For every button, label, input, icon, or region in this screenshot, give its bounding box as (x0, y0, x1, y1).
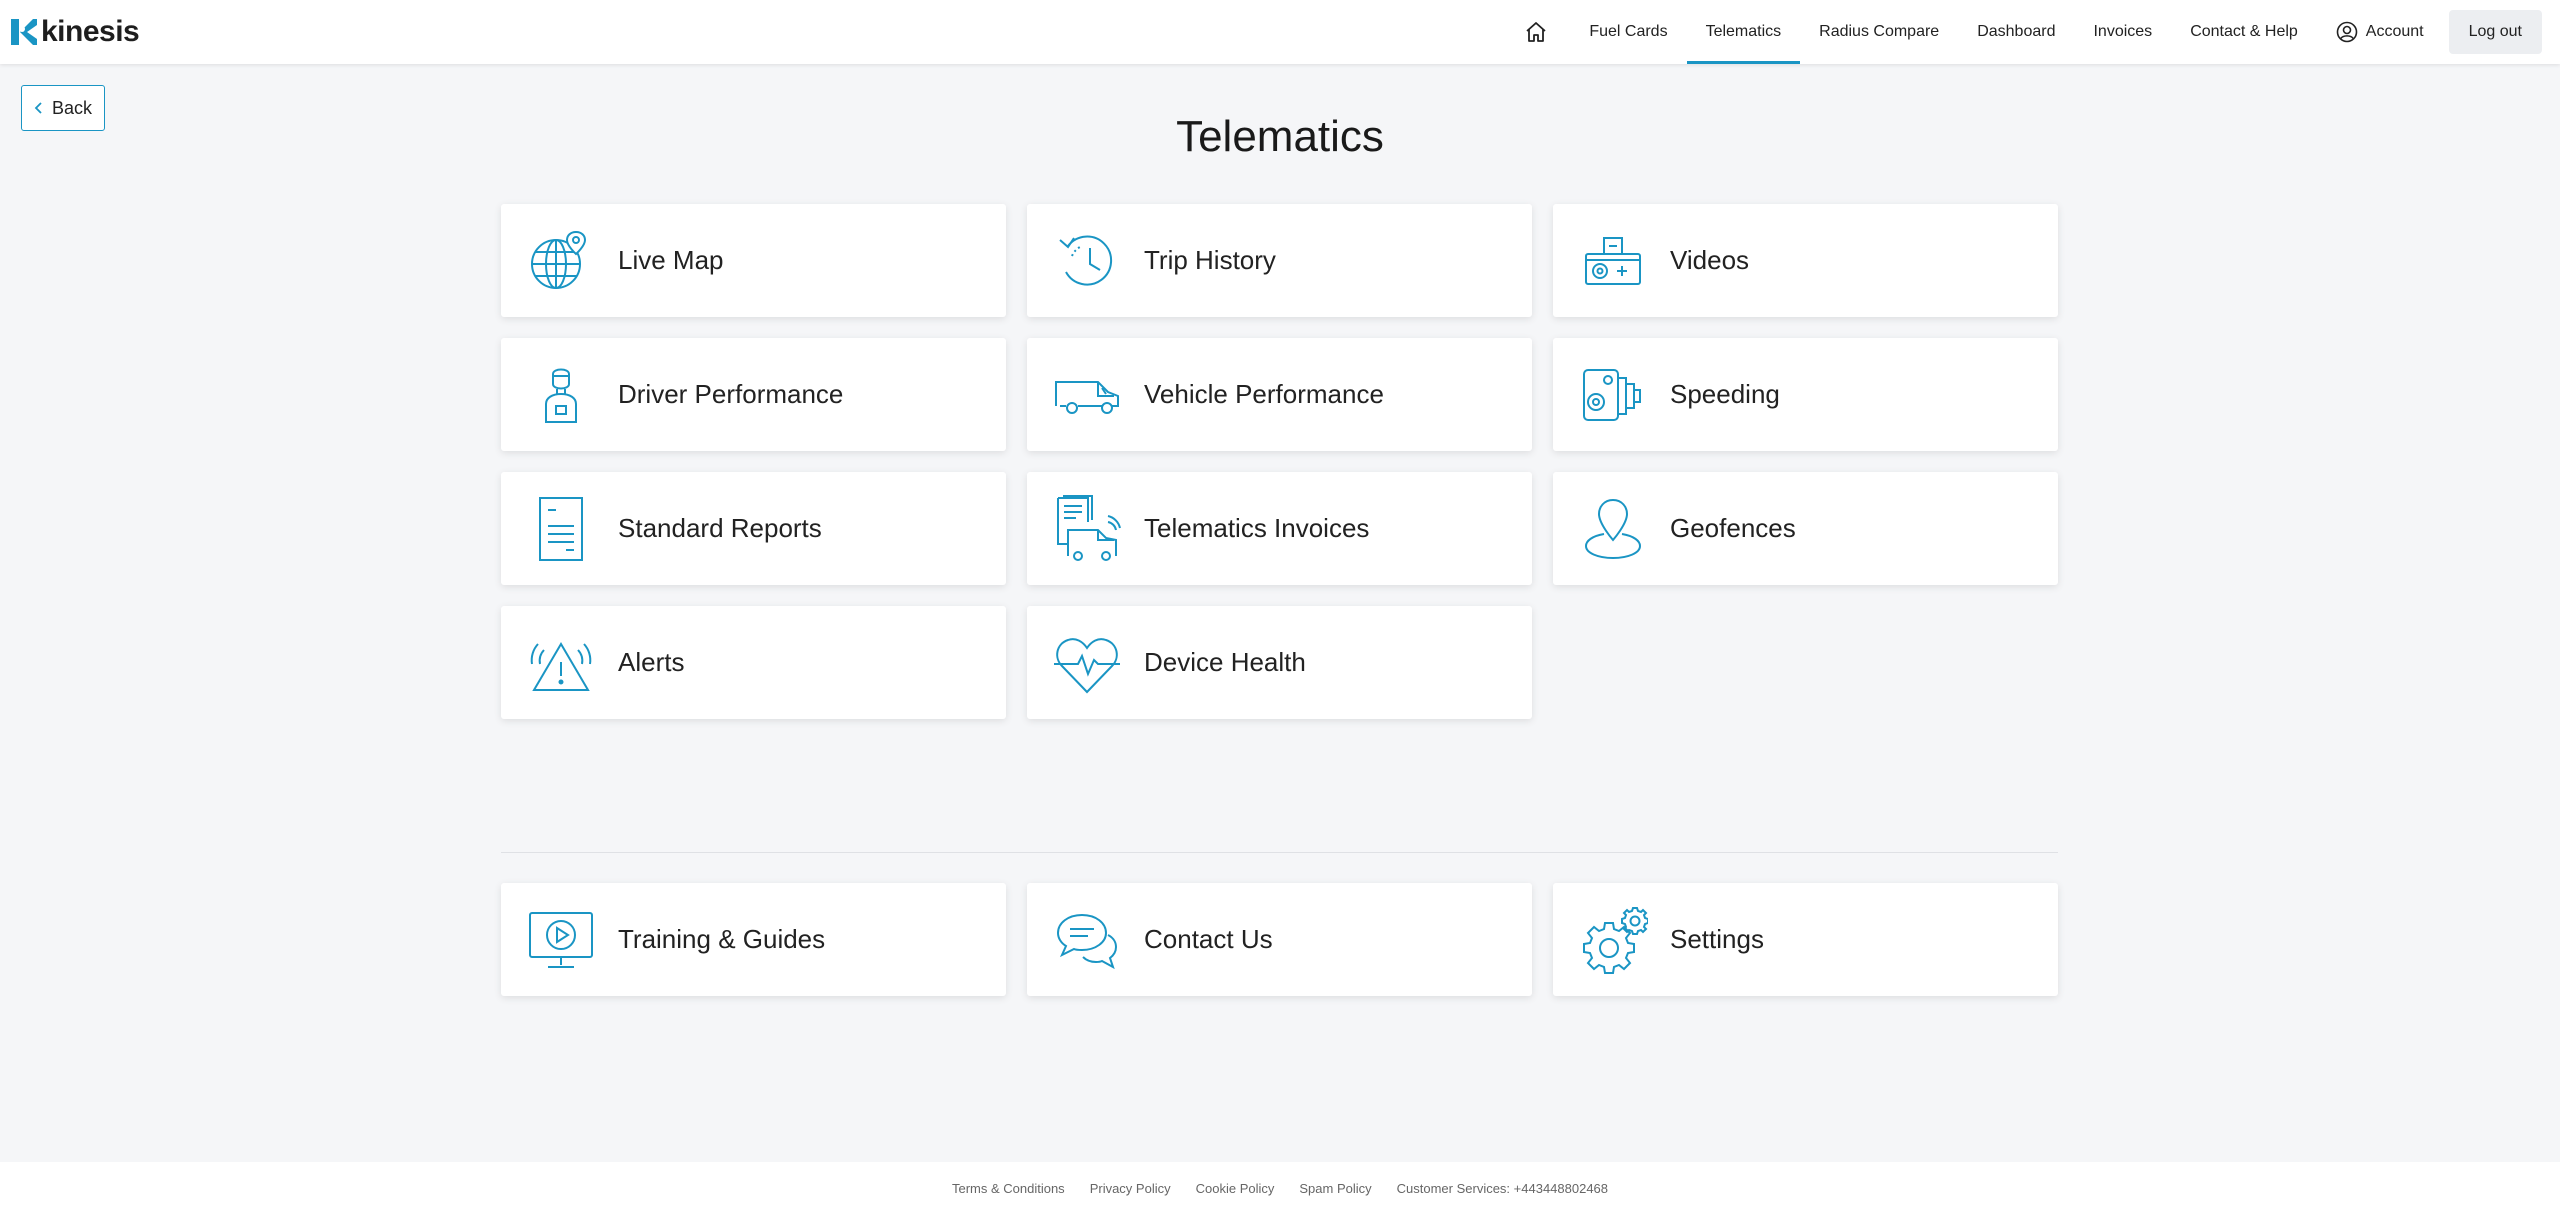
account-icon (2336, 21, 2358, 43)
speed-camera-icon (1578, 360, 1648, 430)
tile-trip-history[interactable]: Trip History (1027, 204, 1532, 317)
tile-vehicle-performance[interactable]: Vehicle Performance (1027, 338, 1532, 451)
tile-label: Telematics Invoices (1144, 513, 1370, 543)
invoice-van-icon (1052, 494, 1122, 564)
tile-live-map[interactable]: Live Map (501, 204, 1006, 317)
tile-standard-reports[interactable]: Standard Reports (501, 472, 1006, 585)
history-clock-icon (1052, 226, 1122, 296)
kinesis-logo[interactable]: kinesis (11, 15, 140, 49)
nav-radius-compare[interactable]: Radius Compare (1800, 0, 1958, 64)
tile-label: Geofences (1670, 513, 1796, 543)
nav-invoices[interactable]: Invoices (2074, 0, 2171, 64)
tile-label: Driver Performance (618, 379, 844, 409)
tile-contact-us[interactable]: Contact Us (1027, 883, 1532, 996)
kinesis-logo-mark-icon (11, 19, 37, 45)
dashcam-icon (1578, 226, 1648, 296)
tile-label: Speeding (1670, 379, 1780, 409)
nav-fuel-cards[interactable]: Fuel Cards (1570, 0, 1686, 64)
chat-bubbles-icon (1052, 905, 1122, 975)
tile-alerts[interactable]: Alerts (501, 606, 1006, 719)
tile-speeding[interactable]: Speeding (1553, 338, 2058, 451)
monitor-play-icon (526, 905, 596, 975)
tile-label: Device Health (1144, 647, 1306, 677)
footer-link-terms[interactable]: Terms & Conditions (952, 1181, 1065, 1196)
nav-account[interactable]: Account (2317, 0, 2443, 64)
customer-services-phone: Customer Services: +443448802468 (1396, 1180, 1609, 1196)
support-tiles: Training & Guides Contact Us Settings (501, 883, 2058, 996)
tile-device-health[interactable]: Device Health (1027, 606, 1532, 719)
nav-contact-help[interactable]: Contact & Help (2171, 0, 2317, 64)
tile-telematics-invoices[interactable]: Telematics Invoices (1027, 472, 1532, 585)
footer-link-privacy[interactable]: Privacy Policy (1090, 1181, 1171, 1196)
gears-icon (1578, 905, 1649, 975)
tile-label: Vehicle Performance (1144, 379, 1384, 409)
home-icon (1526, 22, 1546, 42)
page-title: Telematics (1176, 112, 1384, 161)
footer-link-spam[interactable]: Spam Policy (1299, 1181, 1371, 1196)
globe-pin-icon (526, 226, 596, 296)
tile-label: Alerts (618, 647, 685, 677)
tile-label: Settings (1670, 924, 1764, 954)
driver-icon (526, 360, 596, 430)
map-pin-icon (1578, 494, 1648, 564)
tile-training-guides[interactable]: Training & Guides (501, 883, 1006, 996)
brand-name: kinesis (41, 15, 140, 48)
logout-button[interactable]: Log out (2448, 10, 2542, 54)
report-document-icon (526, 494, 596, 564)
heartbeat-icon (1052, 628, 1122, 698)
section-divider (501, 852, 2058, 853)
footer-link-cookie[interactable]: Cookie Policy (1196, 1181, 1275, 1196)
nav-home[interactable] (1502, 0, 1570, 64)
tile-label: Videos (1670, 245, 1750, 275)
van-icon (1052, 360, 1122, 430)
tile-geofences[interactable]: Geofences (1553, 472, 2058, 585)
tile-label: Training & Guides (618, 924, 826, 954)
tile-label: Live Map (618, 245, 724, 275)
telematics-tiles: Live Map Trip History Videos Driver Perf… (501, 204, 2058, 719)
alert-triangle-icon (526, 628, 596, 698)
nav-telematics[interactable]: Telematics (1686, 0, 1801, 64)
footer: Terms & Conditions Privacy Policy Cookie… (0, 1162, 2560, 1214)
nav-dashboard[interactable]: Dashboard (1958, 0, 2074, 64)
tile-videos[interactable]: Videos (1553, 204, 2058, 317)
tile-settings[interactable]: Settings (1553, 883, 2058, 996)
tile-label: Standard Reports (618, 513, 822, 543)
top-navigation-bar: kinesis Fuel Cards Telematics Radius Com… (0, 0, 2560, 64)
tile-label: Trip History (1144, 245, 1276, 275)
tile-label: Contact Us (1144, 924, 1273, 954)
tile-driver-performance[interactable]: Driver Performance (501, 338, 1006, 451)
account-label: Account (2365, 23, 2424, 40)
main-nav: Fuel Cards Telematics Radius Compare Das… (1502, 0, 2542, 64)
